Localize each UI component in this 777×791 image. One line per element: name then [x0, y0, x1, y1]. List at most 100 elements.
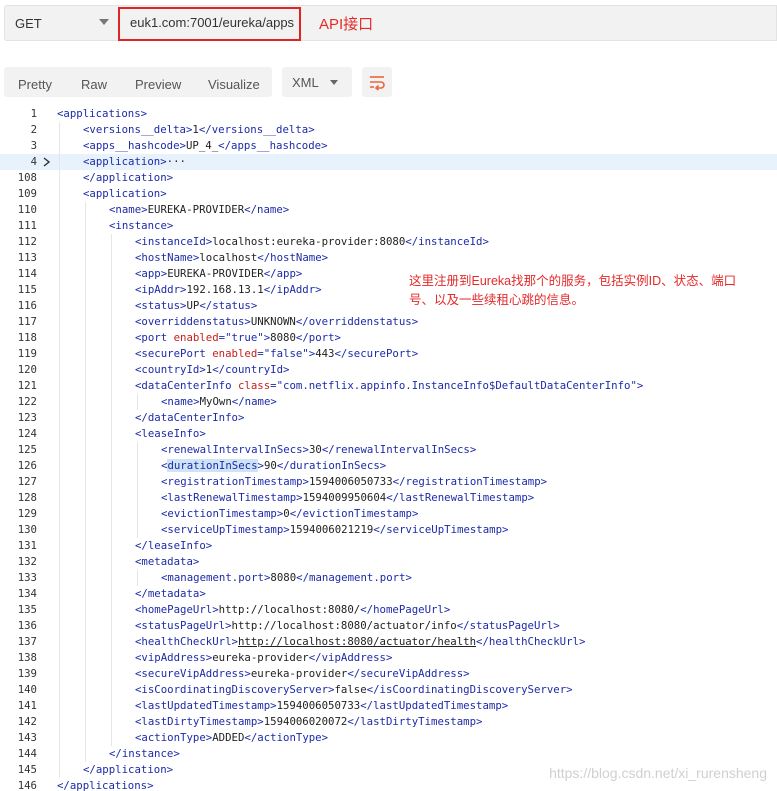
code-text: </leaseInfo>	[135, 539, 213, 552]
code-text: <instanceId>localhost:eureka-provider:80…	[135, 235, 489, 248]
code-text: </dataCenterInfo>	[135, 411, 245, 424]
indent-guide	[59, 714, 60, 730]
format-select[interactable]: XML	[282, 67, 352, 97]
indent-guide	[59, 554, 60, 570]
indent-guide	[59, 154, 60, 170]
indent-guide	[85, 618, 86, 634]
code-text: <apps__hashcode>UP_4_</apps__hashcode>	[83, 139, 328, 152]
line-number: 138	[17, 651, 37, 664]
tab-raw[interactable]: Raw	[81, 77, 107, 92]
code-text: <lastDirtyTimestamp>1594006020072</lastD…	[135, 715, 483, 728]
indent-guide	[59, 282, 60, 298]
chevron-down-icon	[99, 19, 109, 25]
fold-arrow-icon[interactable]	[43, 157, 50, 167]
code-line: 127 <registrationTimestamp>1594006050733<…	[0, 474, 777, 490]
indent-guide	[59, 538, 60, 554]
line-number: 127	[17, 475, 37, 488]
code-text: </application>	[83, 171, 174, 184]
line-number: 118	[17, 331, 37, 344]
indent-guide	[59, 698, 60, 714]
indent-guide	[85, 490, 86, 506]
indent-guide	[85, 506, 86, 522]
code-line: 110 <name>EUREKA-PROVIDER</name>	[0, 202, 777, 218]
indent-guide	[85, 698, 86, 714]
indent-guide	[137, 522, 138, 538]
code-text: </instance>	[109, 747, 180, 760]
indent-guide	[59, 586, 60, 602]
indent-guide	[85, 362, 86, 378]
line-number: 130	[17, 523, 37, 536]
indent-guide	[59, 458, 60, 474]
line-number: 125	[17, 443, 37, 456]
indent-guide	[111, 314, 112, 330]
code-text: <versions__delta>1</versions__delta>	[83, 123, 315, 136]
code-text: <evictionTimestamp>0</evictionTimestamp>	[161, 507, 419, 520]
indent-guide	[59, 762, 60, 778]
code-text: <statusPageUrl>http://localhost:8080/act…	[135, 619, 560, 632]
indent-guide	[59, 362, 60, 378]
indent-guide	[85, 730, 86, 746]
wrap-lines-button[interactable]	[362, 67, 392, 97]
indent-guide	[59, 410, 60, 426]
indent-guide	[85, 666, 86, 682]
tab-preview[interactable]: Preview	[135, 77, 181, 92]
code-line: 141 <lastUpdatedTimestamp>1594006050733</…	[0, 698, 777, 714]
indent-guide	[137, 394, 138, 410]
xml-response-body[interactable]: 1 <applications> 2 <versions__delta>1</vers…	[0, 106, 777, 791]
line-number: 112	[17, 235, 37, 248]
indent-guide	[111, 234, 112, 250]
indent-guide	[85, 442, 86, 458]
tab-pretty[interactable]: Pretty	[18, 77, 52, 92]
code-text: <countryId>1</countryId>	[135, 363, 290, 376]
code-line: 128 <lastRenewalTimestamp>1594009950604</…	[0, 490, 777, 506]
indent-guide	[59, 234, 60, 250]
code-line: 133 <management.port>8080</management.por…	[0, 570, 777, 586]
indent-guide	[85, 522, 86, 538]
indent-guide	[59, 298, 60, 314]
code-text: <homePageUrl>http://localhost:8080/</hom…	[135, 603, 451, 616]
wrap-lines-icon	[370, 76, 385, 91]
tab-visualize[interactable]: Visualize	[208, 77, 260, 92]
code-text: <app>EUREKA-PROVIDER</app>	[135, 267, 303, 280]
code-line: 1 <applications>	[0, 106, 777, 122]
indent-guide	[137, 506, 138, 522]
indent-guide	[111, 250, 112, 266]
method-select[interactable]: GET	[4, 5, 116, 41]
code-text: <application>···	[83, 155, 186, 168]
indent-guide	[59, 474, 60, 490]
indent-guide	[111, 346, 112, 362]
indent-guide	[59, 186, 60, 202]
code-text: <instance>	[109, 219, 174, 232]
indent-guide	[111, 634, 112, 650]
line-number: 2	[30, 123, 37, 136]
line-number: 137	[17, 635, 37, 648]
indent-guide	[59, 618, 60, 634]
service-annotation: 这里注册到Eureka找那个的服务，包括实例ID、状态、端口号、以及一些续租心跳…	[409, 274, 737, 307]
line-number: 122	[17, 395, 37, 408]
indent-guide	[85, 746, 86, 762]
line-number: 135	[17, 603, 37, 616]
code-line: 117 <overriddenstatus>UNKNOWN</overridden…	[0, 314, 777, 330]
indent-guide	[111, 618, 112, 634]
code-text: <ipAddr>192.168.13.1</ipAddr>	[135, 283, 322, 296]
indent-guide	[59, 522, 60, 538]
indent-guide	[59, 330, 60, 346]
indent-guide	[111, 554, 112, 570]
indent-guide	[85, 250, 86, 266]
code-text: <registrationTimestamp>1594006050733</re…	[161, 475, 548, 488]
url-input[interactable]: euk1.com:7001/eureka/apps	[130, 15, 294, 30]
indent-guide	[111, 266, 112, 282]
line-number: 134	[17, 587, 37, 600]
code-text: <securePort enabled="false">443</secureP…	[135, 347, 419, 360]
code-text: <vipAddress>eureka-provider</vipAddress>	[135, 651, 393, 664]
indent-guide	[85, 682, 86, 698]
code-line: 126 <durationInSecs>90</durationInSecs>	[0, 458, 777, 474]
line-number: 111	[17, 219, 37, 232]
code-line: 125 <renewalIntervalInSecs>30</renewalInt…	[0, 442, 777, 458]
indent-guide	[137, 442, 138, 458]
code-line: 121 <dataCenterInfo class="com.netflix.ap…	[0, 378, 777, 394]
indent-guide	[59, 122, 60, 138]
code-text: <renewalIntervalInSecs>30</renewalInterv…	[161, 443, 477, 456]
indent-guide	[85, 314, 86, 330]
code-line: 108 </application>	[0, 170, 777, 186]
